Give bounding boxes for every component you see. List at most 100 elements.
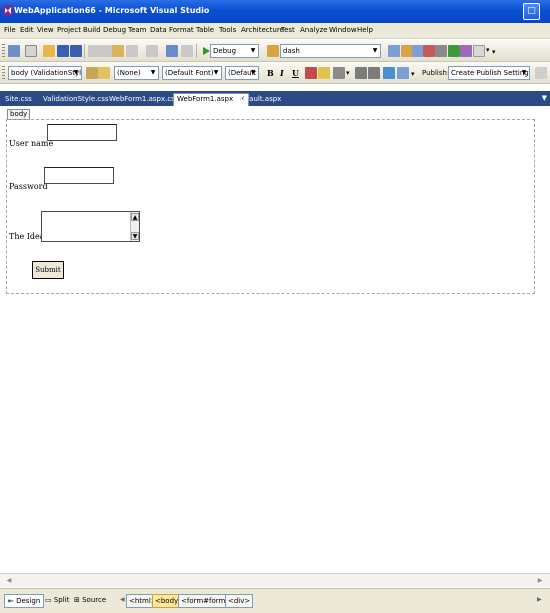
active-files-dropdown-icon[interactable]: ▼ (542, 94, 547, 102)
justify-icon[interactable] (333, 67, 345, 79)
target-rule-select[interactable]: body (ValidationStyle.css ▼ (8, 66, 82, 80)
toolbox-icon[interactable] (423, 45, 435, 57)
menu-file[interactable]: File (4, 26, 16, 34)
menu-tools[interactable]: Tools (219, 26, 236, 34)
idea-label: The Idea (9, 232, 45, 241)
textarea-scrollbar[interactable]: ▲ ▼ (130, 212, 139, 241)
tab-site-css[interactable]: Site.css (5, 94, 32, 106)
scroll-up-icon[interactable]: ▲ (131, 213, 139, 221)
cut-icon[interactable] (88, 45, 100, 57)
paste-icon[interactable] (112, 45, 124, 57)
solution-explorer-icon[interactable] (388, 45, 400, 57)
publish-settings-select[interactable]: Create Publish Settings ▼ (448, 66, 530, 80)
tag-navigator-right-icon[interactable]: ▶ (537, 596, 542, 603)
menu-project[interactable]: Project (57, 26, 81, 34)
source-view-button[interactable]: ⊞ Source (71, 594, 109, 608)
menu-table[interactable]: Table (196, 26, 214, 34)
toolbar-options-icon[interactable]: ▾ (411, 70, 415, 78)
menu-help[interactable]: Help (357, 26, 373, 34)
password-textbox[interactable] (44, 167, 114, 184)
menu-build[interactable]: Build (83, 26, 101, 34)
menu-test[interactable]: Test (281, 26, 295, 34)
chevron-down-icon[interactable]: ▾ (486, 46, 490, 54)
new-project-icon[interactable] (8, 45, 20, 57)
submit-button[interactable]: Submit (32, 261, 64, 279)
standard-toolbar: Debug ▼ dash ▼ ▾ ▾ (0, 40, 550, 62)
design-surface[interactable]: body User name Password The Idea ▲ ▼ Sub… (0, 106, 550, 588)
horizontal-scrollbar[interactable]: ◀ ▶ (0, 573, 550, 587)
toolbar-grip[interactable] (2, 44, 5, 58)
underline-button[interactable]: U (292, 68, 299, 78)
source-view-label: Source (82, 596, 107, 604)
chevron-down-icon[interactable]: ▾ (346, 69, 350, 77)
split-view-label: Split (53, 596, 70, 604)
numbering-icon[interactable] (355, 67, 367, 79)
solution-configuration-value: Debug (213, 47, 237, 55)
split-view-button[interactable]: ▭ Split (42, 594, 72, 608)
scroll-left-icon[interactable]: ◀ (4, 576, 14, 586)
document-tab-bar: Site.css ValidationStyle.css WebForm1.as… (0, 91, 550, 106)
menu-edit[interactable]: Edit (20, 26, 34, 34)
toolbar-separator (84, 44, 85, 58)
apply-new-style-icon[interactable] (86, 67, 98, 79)
maximize-button[interactable]: □ (523, 3, 540, 20)
italic-button[interactable]: I (280, 68, 284, 78)
menu-architecture[interactable]: Architecture (241, 26, 284, 34)
username-textbox[interactable] (47, 124, 117, 141)
formatting-toolbar: body (ValidationStyle.css ▼ (None) ▼ (De… (0, 62, 550, 84)
menu-view[interactable]: View (37, 26, 54, 34)
save-icon[interactable] (57, 45, 69, 57)
find-combo[interactable]: dash ▼ (280, 44, 381, 58)
save-all-icon[interactable] (70, 45, 82, 57)
publish-web-icon[interactable] (397, 67, 409, 79)
form-container[interactable]: User name Password The Idea ▲ ▼ Submit (6, 119, 535, 294)
visual-studio-icon (3, 5, 13, 16)
bullets-icon[interactable] (368, 67, 380, 79)
undo-icon[interactable] (126, 45, 138, 57)
reuse-properties-icon[interactable] (98, 67, 110, 79)
tab-default-aspx[interactable]: Default.aspx (237, 94, 281, 106)
add-item-icon[interactable] (25, 45, 37, 57)
menu-window[interactable]: Window (329, 26, 357, 34)
chevron-down-icon: ▼ (521, 69, 527, 76)
menu-team[interactable]: Team (128, 26, 147, 34)
block-format-select[interactable]: (None) ▼ (114, 66, 159, 80)
font-size-select[interactable]: (Default ▼ (225, 66, 259, 80)
navigate-backward-icon[interactable] (166, 45, 178, 57)
background-color-icon[interactable] (318, 67, 330, 79)
scroll-down-icon[interactable]: ▼ (131, 232, 139, 240)
menu-data[interactable]: Data (150, 26, 167, 34)
open-folder-icon[interactable] (43, 45, 55, 57)
breadcrumb-div[interactable]: <div> (225, 594, 254, 608)
start-page-icon[interactable] (448, 45, 460, 57)
solution-configuration-select[interactable]: Debug ▼ (210, 44, 259, 58)
toolbar-grip[interactable] (2, 66, 5, 80)
redo-icon[interactable] (146, 45, 158, 57)
tab-label: WebForm1.aspx (177, 95, 234, 103)
hyperlink-icon[interactable] (383, 67, 395, 79)
tools-icon[interactable] (435, 45, 447, 57)
navigate-forward-icon[interactable] (181, 45, 193, 57)
class-view-icon[interactable] (460, 45, 472, 57)
menu-bar: File Edit View Project Build Debug Team … (0, 23, 550, 39)
idea-textarea[interactable]: ▲ ▼ (41, 211, 140, 242)
menu-debug[interactable]: Debug (103, 26, 126, 34)
find-in-files-icon[interactable] (267, 45, 279, 57)
tab-webform1-aspx-cs[interactable]: WebForm1.aspx.cs (109, 94, 175, 106)
foreground-color-icon[interactable] (305, 67, 317, 79)
title-bar: WebApplication66 - Microsoft Visual Stud… (0, 0, 550, 23)
chevron-down-icon: ▼ (150, 69, 156, 76)
bold-button[interactable]: B (267, 68, 274, 78)
publish-web-button-icon[interactable] (535, 67, 547, 79)
tab-validationstyle-css[interactable]: ValidationStyle.css (43, 94, 109, 106)
scroll-right-icon[interactable]: ▶ (535, 576, 545, 586)
design-view-label: Design (16, 597, 41, 605)
design-view-button[interactable]: ⇤ Design (4, 594, 45, 608)
menu-format[interactable]: Format (169, 26, 194, 34)
menu-analyze[interactable]: Analyze (300, 26, 328, 34)
toolbar-options-icon[interactable]: ▾ (492, 48, 496, 56)
font-name-select[interactable]: (Default Font) ▼ (162, 66, 222, 80)
tag-navigator-left-icon[interactable]: ◀ (120, 596, 125, 603)
copy-icon[interactable] (100, 45, 112, 57)
window-layout-icon[interactable] (473, 45, 485, 57)
